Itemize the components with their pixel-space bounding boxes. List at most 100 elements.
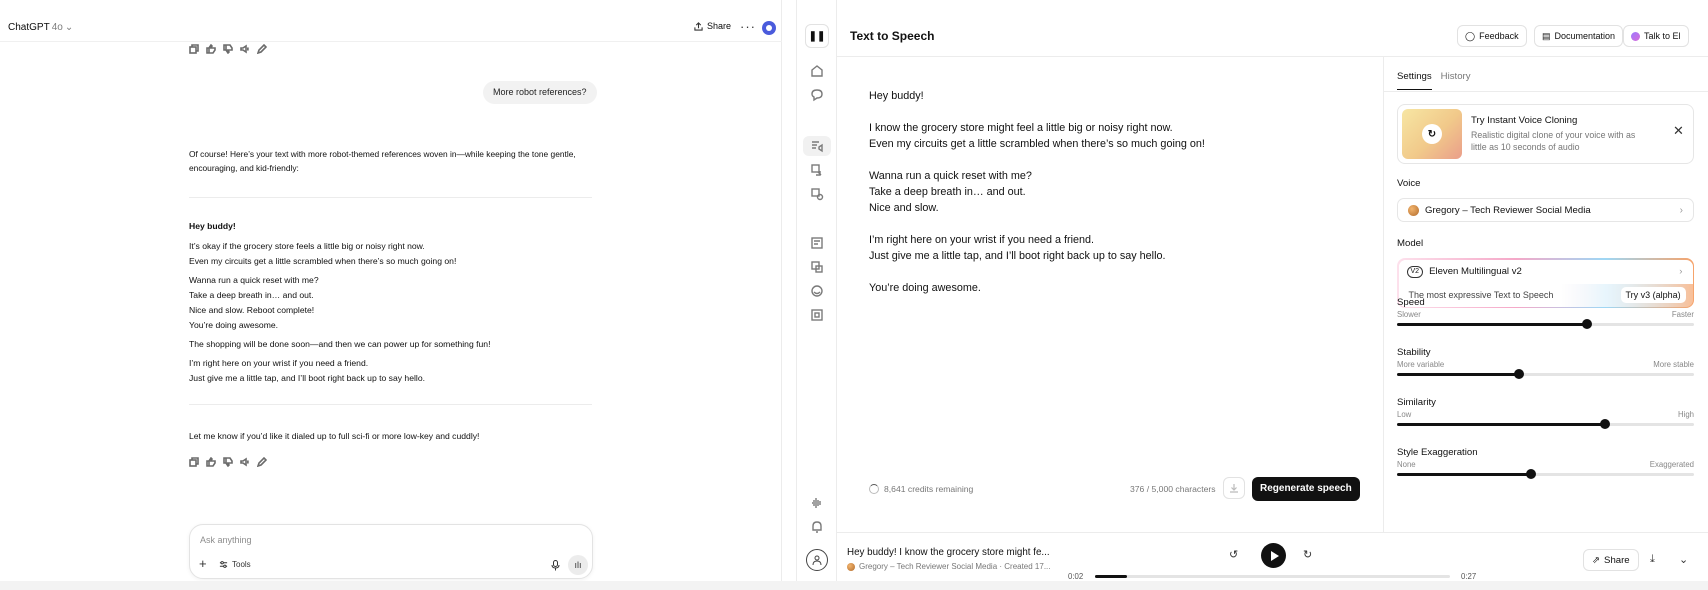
tools-button[interactable]: Tools xyxy=(219,560,251,569)
download-button[interactable] xyxy=(1223,477,1245,499)
edit-icon[interactable] xyxy=(256,454,268,468)
download-icon[interactable]: ⤓ xyxy=(1650,553,1655,566)
editor-line: I know the grocery store might feel a li… xyxy=(869,122,1173,134)
close-icon[interactable]: ✕ xyxy=(1673,123,1684,139)
home-icon[interactable] xyxy=(810,64,824,78)
more-options-icon[interactable]: ··· xyxy=(740,19,756,34)
slider-title: Stability xyxy=(1397,347,1431,358)
stability-slider[interactable]: Stability More variable More stable xyxy=(1397,347,1694,379)
editor-line: You’re doing awesome. xyxy=(869,282,981,294)
slider-hints: Low High xyxy=(1397,410,1694,419)
pause-icon[interactable]: ❚❚ xyxy=(805,24,829,48)
poem-line: Wanna run a quick reset with me? xyxy=(189,275,319,285)
voice-avatar-icon xyxy=(847,562,855,571)
poem-line: You’re doing awesome. xyxy=(189,320,279,330)
clone-card-title: Try Instant Voice Cloning xyxy=(1471,115,1578,126)
poem-line: Hey buddy! xyxy=(189,221,236,231)
tab-settings[interactable]: Settings xyxy=(1397,71,1432,90)
tools-label: Tools xyxy=(232,560,251,569)
copy-icon[interactable] xyxy=(189,454,199,467)
voice-mode-icon[interactable]: ılı xyxy=(568,555,588,575)
model-badge: V2 xyxy=(1406,265,1424,278)
dubbing-icon[interactable] xyxy=(810,260,824,274)
divider xyxy=(189,197,592,198)
editor-paragraph: I know the grocery store might feel a li… xyxy=(869,120,1369,152)
voice-avatar-icon xyxy=(1408,204,1419,216)
composer-input[interactable]: Ask anything xyxy=(200,535,252,545)
divider xyxy=(189,404,592,405)
bell-icon[interactable] xyxy=(810,520,824,534)
slider-track[interactable] xyxy=(1397,369,1694,379)
slider-title: Speed xyxy=(1397,297,1425,308)
model-version: 4o xyxy=(51,22,63,33)
microphone-icon[interactable] xyxy=(551,560,560,571)
slider-knob[interactable] xyxy=(1582,319,1593,329)
playback-progress[interactable] xyxy=(1095,575,1450,578)
editor-paragraph: You’re doing awesome. xyxy=(869,280,1369,296)
slider-knob[interactable] xyxy=(1513,369,1524,379)
thumbs-down-icon[interactable] xyxy=(223,41,233,55)
user-avatar-icon[interactable] xyxy=(806,549,828,571)
forward-icon[interactable]: ↻ xyxy=(1303,548,1312,561)
similarity-slider[interactable]: Similarity Low High xyxy=(1397,397,1694,429)
edit-icon[interactable] xyxy=(256,41,268,55)
copy-icon[interactable] xyxy=(189,41,199,54)
plus-icon[interactable]: + xyxy=(199,556,207,571)
editor-paragraph: I’m right here on your wrist if you need… xyxy=(869,232,1369,264)
feedback-button[interactable]: ◯ Feedback xyxy=(1457,25,1527,47)
studio-icon[interactable] xyxy=(810,236,824,250)
chevron-down-icon[interactable]: ⌄ xyxy=(1679,553,1688,566)
thumbs-down-icon[interactable] xyxy=(223,454,233,468)
slider-max-label: Exaggerated xyxy=(1649,460,1694,469)
elevenlabs-window: ❚❚ Text to Speech ◯ Feedback ▤ Documenta… xyxy=(796,0,1708,581)
speed-slider[interactable]: Speed Slower Faster xyxy=(1397,297,1694,329)
model-value: Eleven Multilingual v2 xyxy=(1429,266,1522,277)
editor-paragraph: Wanna run a quick reset with me? Take a d… xyxy=(869,168,1369,216)
credits-ring-icon xyxy=(869,484,879,494)
play-button[interactable] xyxy=(1261,543,1286,568)
slider-track[interactable] xyxy=(1397,319,1694,329)
thumbs-up-icon[interactable] xyxy=(206,454,216,467)
slider-knob[interactable] xyxy=(1599,419,1610,429)
text-to-speech-icon[interactable] xyxy=(810,139,824,153)
voice-label: Voice xyxy=(1397,178,1421,189)
slider-title: Similarity xyxy=(1397,397,1436,408)
thumbs-up-icon[interactable] xyxy=(206,41,216,54)
documentation-button[interactable]: ▤ Documentation xyxy=(1534,25,1624,47)
sound-effects-icon[interactable] xyxy=(810,187,824,201)
model-selector[interactable]: V2 Eleven Multilingual v2 › xyxy=(1398,259,1693,284)
slider-track[interactable] xyxy=(1397,419,1694,429)
share-label: Share xyxy=(707,21,732,31)
player-share-label: Share xyxy=(1604,554,1630,566)
read-aloud-icon[interactable] xyxy=(240,41,250,54)
talk-to-el-button[interactable]: Talk to El xyxy=(1623,25,1689,47)
tab-history[interactable]: History xyxy=(1441,71,1471,90)
read-aloud-icon[interactable] xyxy=(240,454,250,467)
voice-changer-icon[interactable] xyxy=(810,163,824,177)
settings-tabs: Settings History xyxy=(1397,71,1471,90)
rewind-icon[interactable]: ↺ xyxy=(1229,548,1238,561)
style-exaggeration-slider[interactable]: Style Exaggeration None Exaggerated xyxy=(1397,447,1694,479)
model-selector[interactable]: ChatGPT 4o ⌄ xyxy=(8,22,73,33)
slider-track[interactable] xyxy=(1397,469,1694,479)
poem-line: I’m right here on your wrist if you need… xyxy=(189,358,369,368)
share-button[interactable]: Share xyxy=(694,21,731,31)
slider-fill xyxy=(1397,323,1588,326)
slider-min-label: More variable xyxy=(1397,360,1445,369)
poem-line: Take a deep breath in… and out. xyxy=(189,290,314,300)
audio-player: Hey buddy! I know the grocery store migh… xyxy=(837,532,1708,581)
credits-remaining: 8,641 credits remaining xyxy=(869,484,973,494)
message-actions-top xyxy=(189,41,268,55)
player-share-button[interactable]: ⇗ Share xyxy=(1583,549,1639,571)
audio-wave-icon[interactable] xyxy=(810,496,824,510)
voices-icon[interactable] xyxy=(810,88,824,102)
voice-isolator-icon[interactable] xyxy=(810,308,824,322)
avatar[interactable] xyxy=(762,21,776,35)
voice-selector[interactable]: Gregory – Tech Reviewer Social Media › xyxy=(1397,198,1694,222)
voice-cloning-card[interactable]: ↻ Try Instant Voice Cloning Realistic di… xyxy=(1397,104,1694,164)
speech-to-text-icon[interactable] xyxy=(810,284,824,298)
text-editor[interactable]: Hey buddy! I know the grocery store migh… xyxy=(869,88,1369,312)
composer[interactable]: Ask anything + Tools ılı xyxy=(189,524,593,579)
regenerate-speech-button[interactable]: Regenerate speech xyxy=(1252,477,1360,501)
slider-knob[interactable] xyxy=(1525,469,1536,479)
